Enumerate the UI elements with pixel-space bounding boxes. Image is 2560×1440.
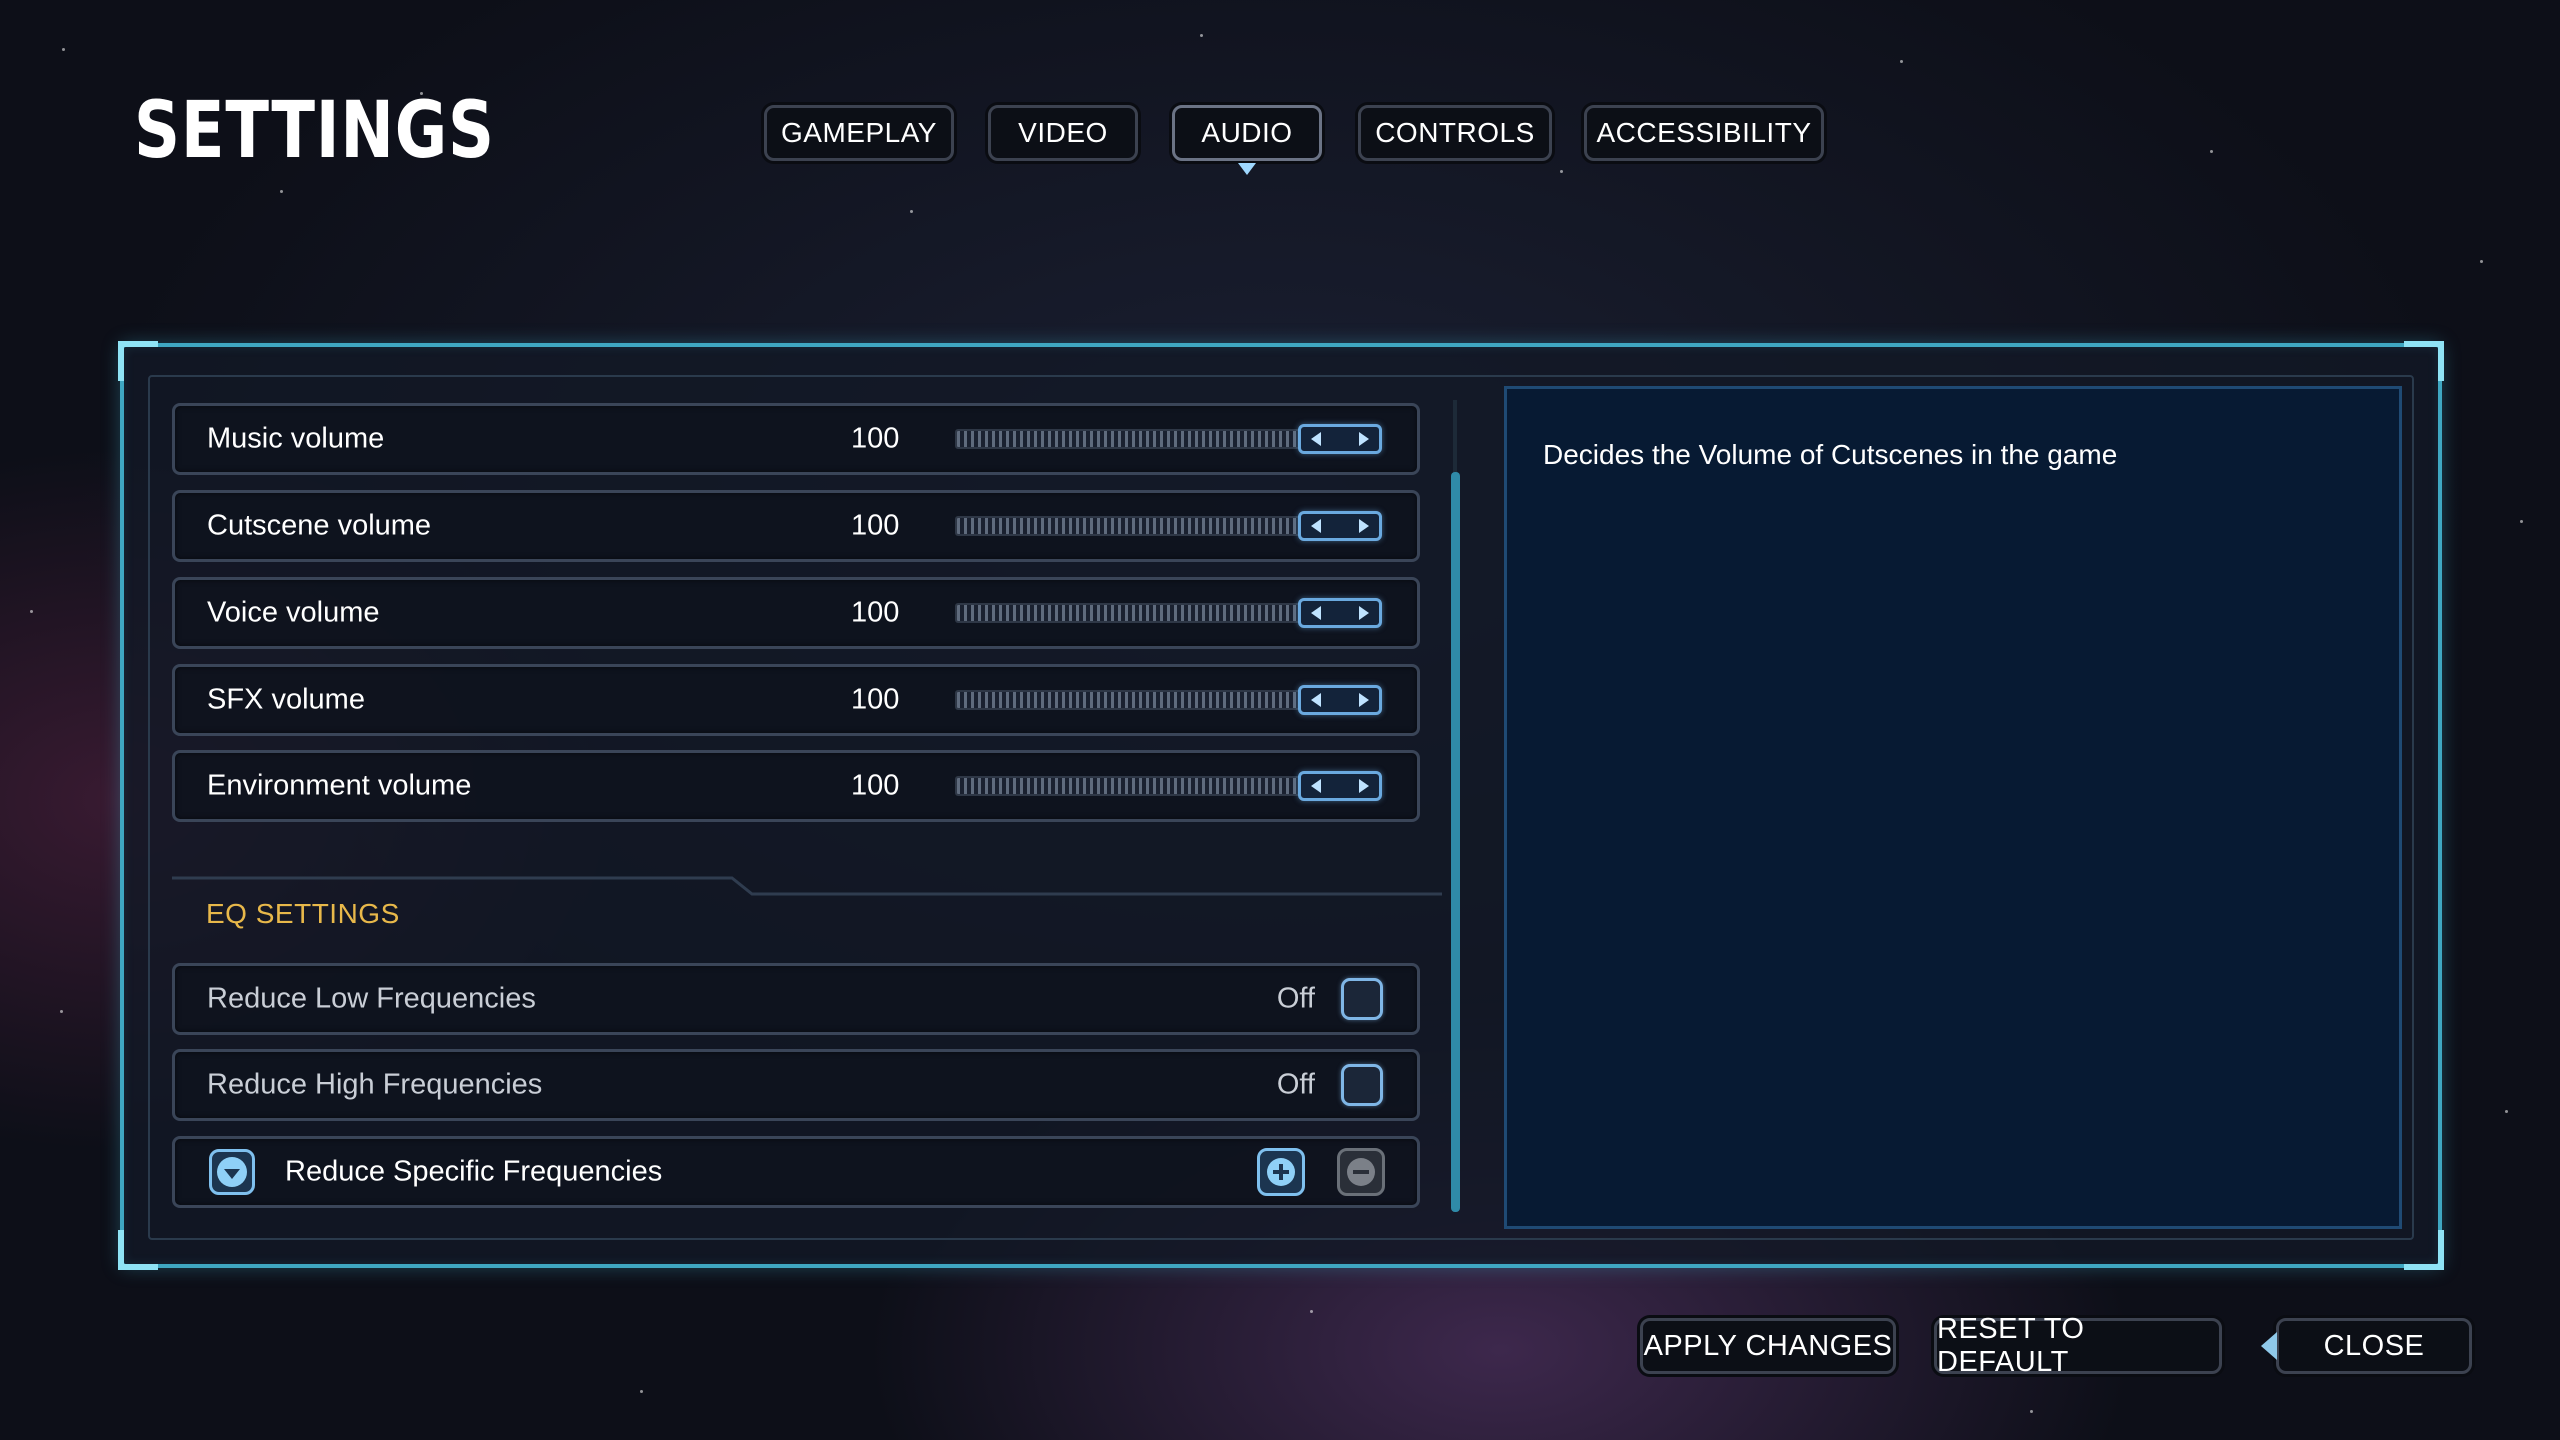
- button-label: RESET TO DEFAULT: [1937, 1313, 2085, 1378]
- remove-frequency-button[interactable]: [1337, 1148, 1385, 1196]
- setting-label: Voice volume: [207, 596, 380, 629]
- chevron-down-icon: [217, 1157, 247, 1187]
- chevron-right-icon[interactable]: [1359, 606, 1369, 620]
- volume-slider-handle[interactable]: [1298, 424, 1382, 454]
- setting-label: Reduce Specific Frequencies: [285, 1155, 663, 1188]
- volume-slider-handle[interactable]: [1298, 771, 1382, 801]
- tab-video[interactable]: VIDEO: [988, 105, 1138, 161]
- setting-label: Cutscene volume: [207, 509, 432, 542]
- toggle-state: Off: [1276, 1068, 1315, 1101]
- volume-slider-handle[interactable]: [1298, 598, 1382, 628]
- active-tab-indicator-icon: [1238, 163, 1256, 175]
- description-panel: Decides the Volume of Cutscenes in the g…: [1504, 386, 2402, 1229]
- slider-fill: [957, 692, 1298, 708]
- setting-label: SFX volume: [207, 683, 365, 716]
- setting-value: 100: [851, 769, 900, 802]
- setting-row-voice-volume[interactable]: Voice volume 100: [172, 577, 1420, 649]
- setting-label: Reduce Low Frequencies: [207, 982, 536, 1015]
- setting-label: Reduce High Frequencies: [207, 1068, 543, 1101]
- volume-slider-handle[interactable]: [1298, 685, 1382, 715]
- volume-slider-track[interactable]: [955, 690, 1300, 710]
- back-arrow-icon: [2261, 1332, 2277, 1360]
- setting-row-reduce-low-frequencies[interactable]: Reduce Low Frequencies Off: [172, 963, 1420, 1035]
- setting-value: 100: [851, 509, 900, 542]
- chevron-left-icon[interactable]: [1311, 606, 1321, 620]
- setting-row-cutscene-volume[interactable]: Cutscene volume 100: [172, 490, 1420, 562]
- reset-to-default-button[interactable]: RESET TO DEFAULT: [1934, 1313, 2222, 1378]
- slider-fill: [957, 778, 1298, 794]
- volume-slider-track[interactable]: [955, 776, 1300, 796]
- tab-label: ACCESSIBILITY: [1596, 117, 1812, 148]
- setting-label: Environment volume: [207, 769, 472, 802]
- tab-controls[interactable]: CONTROLS: [1358, 105, 1552, 161]
- slider-fill: [957, 431, 1298, 447]
- volume-slider-track[interactable]: [955, 429, 1300, 449]
- tab-label: CONTROLS: [1375, 117, 1535, 148]
- tab-accessibility[interactable]: ACCESSIBILITY: [1584, 105, 1824, 161]
- apply-changes-button[interactable]: APPLY CHANGES: [1640, 1318, 1896, 1374]
- plus-icon: [1267, 1158, 1295, 1186]
- chevron-left-icon[interactable]: [1311, 432, 1321, 446]
- button-label: APPLY CHANGES: [1643, 1329, 1893, 1362]
- chevron-right-icon[interactable]: [1359, 432, 1369, 446]
- chevron-left-icon[interactable]: [1311, 779, 1321, 793]
- scrollbar-thumb[interactable]: [1451, 472, 1460, 1212]
- chevron-right-icon[interactable]: [1359, 693, 1369, 707]
- setting-row-sfx-volume[interactable]: SFX volume 100: [172, 664, 1420, 736]
- setting-label: Music volume: [207, 422, 385, 455]
- toggle-checkbox[interactable]: [1341, 1064, 1383, 1106]
- chevron-right-icon[interactable]: [1359, 779, 1369, 793]
- setting-value: 100: [851, 683, 900, 716]
- tab-audio[interactable]: AUDIO: [1172, 105, 1322, 175]
- volume-slider-handle[interactable]: [1298, 511, 1382, 541]
- description-text: Decides the Volume of Cutscenes in the g…: [1543, 439, 2118, 470]
- setting-row-reduce-specific-frequencies[interactable]: Reduce Specific Frequencies: [172, 1136, 1420, 1208]
- add-frequency-button[interactable]: [1257, 1148, 1305, 1196]
- chevron-right-icon[interactable]: [1359, 519, 1369, 533]
- setting-value: 100: [851, 422, 900, 455]
- tab-label: AUDIO: [1201, 117, 1293, 148]
- toggle-state: Off: [1276, 982, 1315, 1015]
- chevron-left-icon[interactable]: [1311, 693, 1321, 707]
- volume-slider-track[interactable]: [955, 516, 1300, 536]
- minus-icon: [1347, 1158, 1375, 1186]
- button-label: CLOSE: [2323, 1329, 2425, 1362]
- page-title: SETTINGS: [134, 86, 495, 176]
- tab-label: VIDEO: [1018, 117, 1108, 148]
- setting-row-reduce-high-frequencies[interactable]: Reduce High Frequencies Off: [172, 1049, 1420, 1121]
- setting-row-environment-volume[interactable]: Environment volume 100: [172, 750, 1420, 822]
- slider-fill: [957, 605, 1298, 621]
- chevron-left-icon[interactable]: [1311, 519, 1321, 533]
- eq-settings-heading: EQ SETTINGS: [206, 898, 400, 929]
- setting-row-music-volume[interactable]: Music volume 100: [172, 403, 1420, 475]
- tab-gameplay[interactable]: GAMEPLAY: [764, 105, 954, 161]
- slider-fill: [957, 518, 1298, 534]
- setting-value: 100: [851, 596, 900, 629]
- expand-button[interactable]: [209, 1149, 255, 1195]
- close-button[interactable]: CLOSE: [2261, 1318, 2472, 1374]
- tab-label: GAMEPLAY: [781, 117, 937, 148]
- toggle-checkbox[interactable]: [1341, 978, 1383, 1020]
- volume-slider-track[interactable]: [955, 603, 1300, 623]
